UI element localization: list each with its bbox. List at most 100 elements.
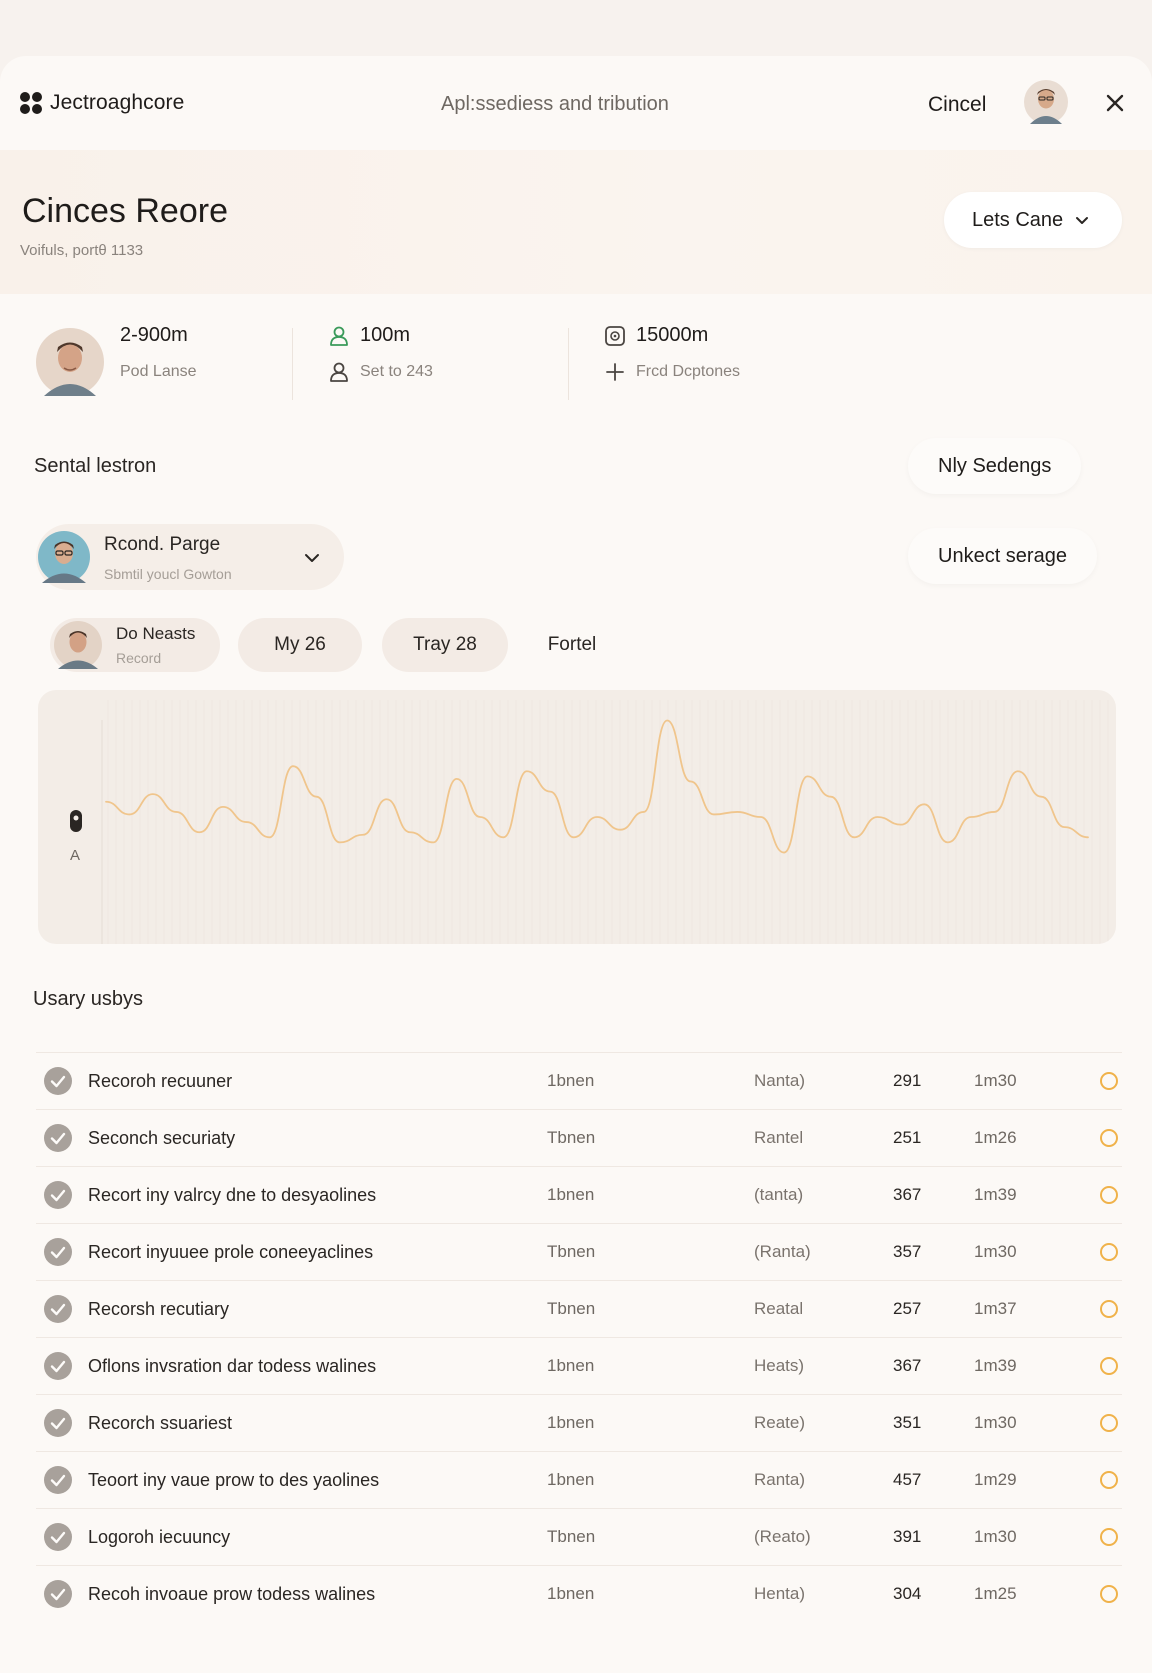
profile-sub: Sbmtil youcl Gowton: [104, 566, 232, 582]
table-row[interactable]: Seconch securiaty Tbnen Rantel 251 1m26: [36, 1109, 1122, 1166]
stat-divider: [568, 328, 569, 400]
check-icon[interactable]: [44, 1238, 72, 1266]
my-settings-button[interactable]: Nly Sedengs: [908, 438, 1082, 494]
row-type: Tbnen: [547, 1242, 596, 1261]
row-status: Rantel: [754, 1128, 804, 1147]
table-row[interactable]: Oflons invsration dar todess walines 1bne…: [36, 1337, 1122, 1394]
row-status: Reatal: [754, 1299, 804, 1318]
check-icon[interactable]: [44, 1067, 72, 1095]
row-count: 291: [893, 1071, 922, 1090]
table-row[interactable]: Recoh invoaue prow todess walines 1bnen He…: [36, 1565, 1122, 1622]
row-count: 457: [893, 1470, 922, 1489]
top-bar: Jectroaghcore Apl:ssediess and tribution…: [0, 56, 1152, 150]
stat-storage-value: 15000m: [636, 324, 709, 346]
check-icon[interactable]: [44, 1352, 72, 1380]
waveform-line: [105, 719, 1089, 854]
check-icon[interactable]: [44, 1409, 72, 1437]
row-type: 1bnen: [547, 1356, 595, 1375]
status-ring-icon[interactable]: [1100, 1072, 1118, 1090]
row-type: 1bnen: [547, 1185, 595, 1204]
stat-pod: 2-900m Pod Lanse: [120, 324, 197, 381]
record-chip[interactable]: Do Neasts Record: [50, 618, 220, 672]
chip-tray-28[interactable]: Tray 28: [382, 618, 508, 672]
stat-storage: 15000m Frcd Dcptones: [604, 324, 740, 383]
close-icon[interactable]: [1102, 90, 1128, 116]
user-icon: [330, 362, 348, 382]
status-ring-icon[interactable]: [1100, 1300, 1118, 1318]
profile-select[interactable]: Rcond. Parge Sbmtil youcl Gowton: [36, 524, 344, 590]
cancel-button[interactable]: Cincel: [928, 93, 986, 117]
row-status: (Ranta): [754, 1242, 811, 1261]
table-row[interactable]: Recort inyuuee prole coneeyaclines Tbnen (…: [36, 1223, 1122, 1280]
stat-divider: [292, 328, 293, 400]
chevron-down-icon: [1076, 217, 1089, 224]
brand[interactable]: Jectroaghcore: [20, 91, 184, 115]
stat-users: 100m Set to 243: [328, 324, 433, 383]
row-name: Recoroh recuuner: [88, 1070, 233, 1091]
row-name: Seconch securiaty: [88, 1127, 236, 1148]
row-type: 1bnen: [547, 1413, 595, 1432]
status-ring-icon[interactable]: [1100, 1528, 1118, 1546]
status-ring-icon[interactable]: [1100, 1471, 1118, 1489]
check-icon[interactable]: [44, 1523, 72, 1551]
unlock-storage-button[interactable]: Unkect serage: [908, 528, 1097, 584]
table-row[interactable]: Teoort iny vaue prow to des yaolines 1bne…: [36, 1451, 1122, 1508]
chip-fortel[interactable]: Fortel: [524, 618, 620, 672]
status-ring-icon[interactable]: [1100, 1186, 1118, 1204]
select-label: Lets Cane: [972, 208, 1064, 231]
waveform-svg: A: [70, 700, 1109, 944]
chip-my-26[interactable]: My 26: [238, 618, 362, 672]
profile-avatar: [38, 531, 90, 583]
row-duration: 1m39: [974, 1356, 1017, 1375]
check-icon[interactable]: [44, 1295, 72, 1323]
table-row[interactable]: Recorch ssuariest 1bnen Reate) 351 1m30: [36, 1394, 1122, 1451]
row-count: 257: [893, 1299, 922, 1318]
plus-icon[interactable]: [604, 361, 626, 383]
check-icon[interactable]: [44, 1124, 72, 1152]
row-status: Ranta): [754, 1470, 806, 1489]
row-type: 1bnen: [547, 1470, 595, 1489]
row-status: (Reato): [754, 1527, 811, 1546]
status-ring-icon[interactable]: [1100, 1357, 1118, 1375]
row-type: 1bnen: [547, 1584, 595, 1603]
status-ring-icon[interactable]: [1100, 1129, 1118, 1147]
record-sub: Record: [116, 650, 162, 666]
row-status: Heats): [754, 1356, 805, 1375]
stat-pod-label: Pod Lanse: [120, 363, 197, 380]
record-avatar: [54, 621, 102, 669]
stat-users-value: 100m: [360, 324, 411, 346]
session-title: Sental lestron: [34, 455, 157, 477]
row-duration: 1m25: [974, 1584, 1017, 1603]
row-duration: 1m30: [974, 1071, 1017, 1090]
avatar-icon: [1024, 80, 1068, 124]
row-duration: 1m30: [974, 1242, 1017, 1261]
row-name: Recort inyuuee prole coneeyaclines: [88, 1241, 374, 1262]
top-center-title: Apl:ssediess and tribution: [441, 93, 669, 115]
pin-marker-icon[interactable]: [70, 810, 82, 832]
row-count: 367: [893, 1356, 922, 1375]
check-icon[interactable]: [44, 1181, 72, 1209]
table-row[interactable]: Recort iny valrcy dne to desyaolines 1bne…: [36, 1166, 1122, 1223]
brand-logo-icon: [20, 92, 42, 114]
row-duration: 1m29: [974, 1470, 1017, 1489]
user-avatar[interactable]: [1024, 80, 1068, 129]
row-count: 367: [893, 1185, 922, 1204]
user-green-icon: [330, 326, 348, 346]
row-status: Reate): [754, 1413, 806, 1432]
table-row[interactable]: Recoroh recuuner 1bnen Nanta) 291 1m30: [36, 1052, 1122, 1109]
table-row[interactable]: Logoroh iecuuncy Tbnen (Reato) 391 1m30: [36, 1508, 1122, 1565]
check-icon[interactable]: [44, 1580, 72, 1608]
table-row[interactable]: Recorsh recutiary Tbnen Reatal 257 1m37: [36, 1280, 1122, 1337]
lets-cane-select[interactable]: Lets Cane: [944, 192, 1122, 248]
check-icon[interactable]: [44, 1466, 72, 1494]
status-ring-icon[interactable]: [1100, 1585, 1118, 1603]
row-name: Recort iny valrcy dne to desyaolines: [88, 1184, 377, 1205]
row-count: 304: [893, 1584, 922, 1603]
brand-name: Jectroaghcore: [50, 91, 185, 114]
status-ring-icon[interactable]: [1100, 1414, 1118, 1432]
page-title: Cinces Reore: [22, 192, 228, 230]
row-count: 391: [893, 1527, 922, 1546]
chevron-down-icon: [305, 554, 319, 562]
table-title: Usary usbys: [33, 988, 144, 1010]
status-ring-icon[interactable]: [1100, 1243, 1118, 1261]
